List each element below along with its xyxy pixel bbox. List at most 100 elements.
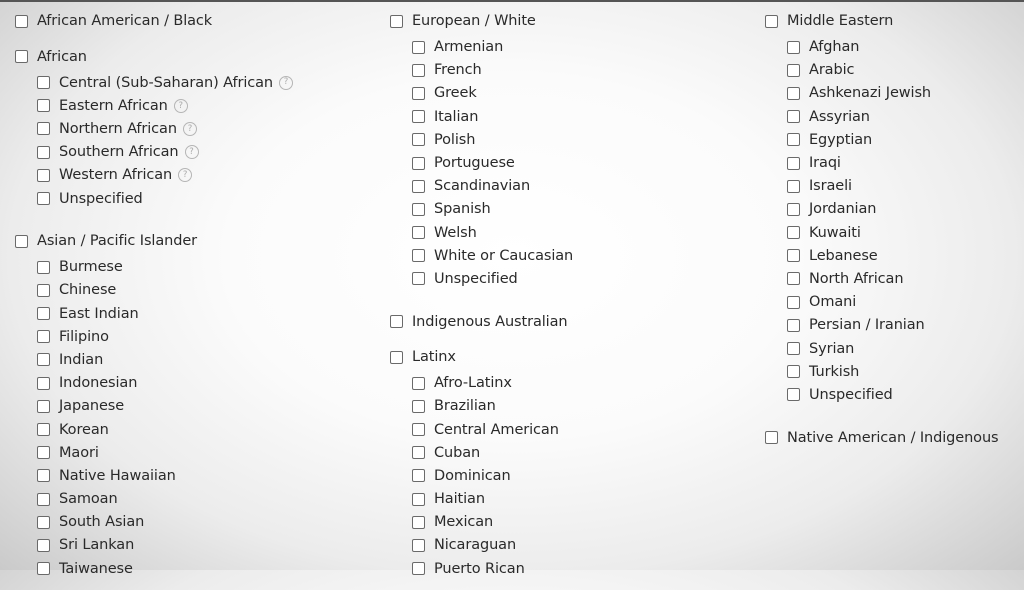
- option-indian[interactable]: Indian: [37, 348, 293, 371]
- option-north-african[interactable]: North African: [787, 267, 999, 290]
- checkbox[interactable]: [765, 431, 778, 445]
- option-kuwaiti[interactable]: Kuwaiti: [787, 221, 999, 244]
- option-persian-iranian[interactable]: Persian / Iranian: [787, 314, 999, 337]
- checkbox[interactable]: [412, 376, 425, 390]
- checkbox-label[interactable]: Southern African: [59, 144, 179, 160]
- checkbox[interactable]: [412, 63, 425, 77]
- checkbox-label[interactable]: African American / Black: [37, 13, 212, 29]
- checkbox-label[interactable]: Spanish: [434, 201, 491, 217]
- checkbox-label[interactable]: Unspecified: [809, 387, 893, 403]
- checkbox[interactable]: [37, 446, 50, 460]
- checkbox-label[interactable]: Japanese: [59, 398, 124, 414]
- checkbox-label[interactable]: Cuban: [434, 445, 480, 461]
- checkbox-label[interactable]: Unspecified: [434, 271, 518, 287]
- group-african[interactable]: African: [15, 43, 293, 72]
- option-unspecified[interactable]: Unspecified: [412, 267, 573, 290]
- checkbox[interactable]: [37, 283, 50, 297]
- checkbox[interactable]: [37, 469, 50, 483]
- option-egyptian[interactable]: Egyptian: [787, 128, 999, 151]
- checkbox-label[interactable]: African: [37, 49, 87, 65]
- option-unspecified[interactable]: Unspecified: [787, 383, 999, 406]
- checkbox-label[interactable]: Burmese: [59, 259, 123, 275]
- option-korean[interactable]: Korean: [37, 418, 293, 441]
- option-filipino[interactable]: Filipino: [37, 325, 293, 348]
- checkbox-label[interactable]: Native Hawaiian: [59, 468, 176, 484]
- checkbox[interactable]: [787, 295, 800, 309]
- option-nicaraguan[interactable]: Nicaraguan: [412, 534, 573, 557]
- checkbox[interactable]: [37, 260, 50, 274]
- help-icon[interactable]: ?: [184, 145, 199, 160]
- checkbox-label[interactable]: Ashkenazi Jewish: [809, 85, 931, 101]
- option-italian[interactable]: Italian: [412, 105, 573, 128]
- option-unspecified[interactable]: Unspecified: [37, 187, 293, 210]
- option-jordanian[interactable]: Jordanian: [787, 198, 999, 221]
- option-chinese[interactable]: Chinese: [37, 279, 293, 302]
- help-icon[interactable]: ?: [173, 98, 188, 113]
- checkbox[interactable]: [412, 423, 425, 437]
- checkbox[interactable]: [37, 353, 50, 367]
- checkbox[interactable]: [412, 156, 425, 170]
- checkbox[interactable]: [390, 315, 403, 329]
- checkbox[interactable]: [37, 376, 50, 390]
- checkbox-label[interactable]: Armenian: [434, 39, 503, 55]
- checkbox-label[interactable]: Latinx: [412, 349, 456, 365]
- checkbox-label[interactable]: Indian: [59, 352, 103, 368]
- option-israeli[interactable]: Israeli: [787, 175, 999, 198]
- checkbox[interactable]: [37, 538, 50, 552]
- option-afghan[interactable]: Afghan: [787, 36, 999, 59]
- checkbox-label[interactable]: Unspecified: [59, 191, 143, 207]
- option-turkish[interactable]: Turkish: [787, 360, 999, 383]
- checkbox[interactable]: [412, 446, 425, 460]
- checkbox[interactable]: [412, 179, 425, 193]
- checkbox-label[interactable]: Portuguese: [434, 155, 515, 171]
- checkbox-label[interactable]: Taiwanese: [59, 561, 133, 577]
- checkbox[interactable]: [787, 365, 800, 379]
- checkbox[interactable]: [37, 492, 50, 506]
- checkbox-label[interactable]: South Asian: [59, 514, 144, 530]
- option-indonesian[interactable]: Indonesian: [37, 372, 293, 395]
- option-mexican[interactable]: Mexican: [412, 511, 573, 534]
- checkbox-label[interactable]: Afghan: [809, 39, 859, 55]
- checkbox-label[interactable]: White or Caucasian: [434, 248, 573, 264]
- checkbox-label[interactable]: Lebanese: [809, 248, 878, 264]
- option-haitian[interactable]: Haitian: [412, 488, 573, 511]
- checkbox[interactable]: [37, 515, 50, 529]
- checkbox-label[interactable]: Sri Lankan: [59, 537, 134, 553]
- checkbox[interactable]: [37, 307, 50, 321]
- checkbox[interactable]: [412, 202, 425, 216]
- checkbox[interactable]: [37, 399, 50, 413]
- checkbox[interactable]: [787, 179, 800, 193]
- checkbox[interactable]: [787, 63, 800, 77]
- checkbox-label[interactable]: Western African: [59, 167, 172, 183]
- checkbox-label[interactable]: Syrian: [809, 341, 854, 357]
- option-french[interactable]: French: [412, 59, 573, 82]
- checkbox-label[interactable]: Egyptian: [809, 132, 872, 148]
- checkbox-label[interactable]: Assyrian: [809, 109, 870, 125]
- group-asian-pacific-islander[interactable]: Asian / Pacific Islander: [15, 227, 293, 256]
- option-spanish[interactable]: Spanish: [412, 198, 573, 221]
- checkbox-label[interactable]: Central American: [434, 422, 559, 438]
- option-eastern-african[interactable]: Eastern African?: [37, 94, 293, 117]
- checkbox-label[interactable]: Chinese: [59, 282, 116, 298]
- group-native-american-indigenous[interactable]: Native American / Indigenous: [765, 424, 999, 453]
- checkbox-label[interactable]: Jordanian: [809, 201, 876, 217]
- checkbox-label[interactable]: Turkish: [809, 364, 859, 380]
- checkbox[interactable]: [412, 399, 425, 413]
- checkbox-label[interactable]: Korean: [59, 422, 109, 438]
- option-syrian[interactable]: Syrian: [787, 337, 999, 360]
- checkbox-label[interactable]: Middle Eastern: [787, 13, 893, 29]
- option-central-american[interactable]: Central American: [412, 418, 573, 441]
- checkbox-label[interactable]: Asian / Pacific Islander: [37, 233, 197, 249]
- checkbox[interactable]: [37, 192, 50, 206]
- checkbox[interactable]: [412, 515, 425, 529]
- checkbox-label[interactable]: Welsh: [434, 225, 477, 241]
- option-western-african[interactable]: Western African?: [37, 164, 293, 187]
- checkbox[interactable]: [787, 133, 800, 147]
- checkbox[interactable]: [787, 342, 800, 356]
- checkbox[interactable]: [37, 145, 50, 159]
- checkbox-label[interactable]: Maori: [59, 445, 99, 461]
- checkbox[interactable]: [787, 388, 800, 402]
- checkbox[interactable]: [37, 330, 50, 344]
- checkbox[interactable]: [787, 249, 800, 263]
- help-icon[interactable]: ?: [279, 75, 294, 90]
